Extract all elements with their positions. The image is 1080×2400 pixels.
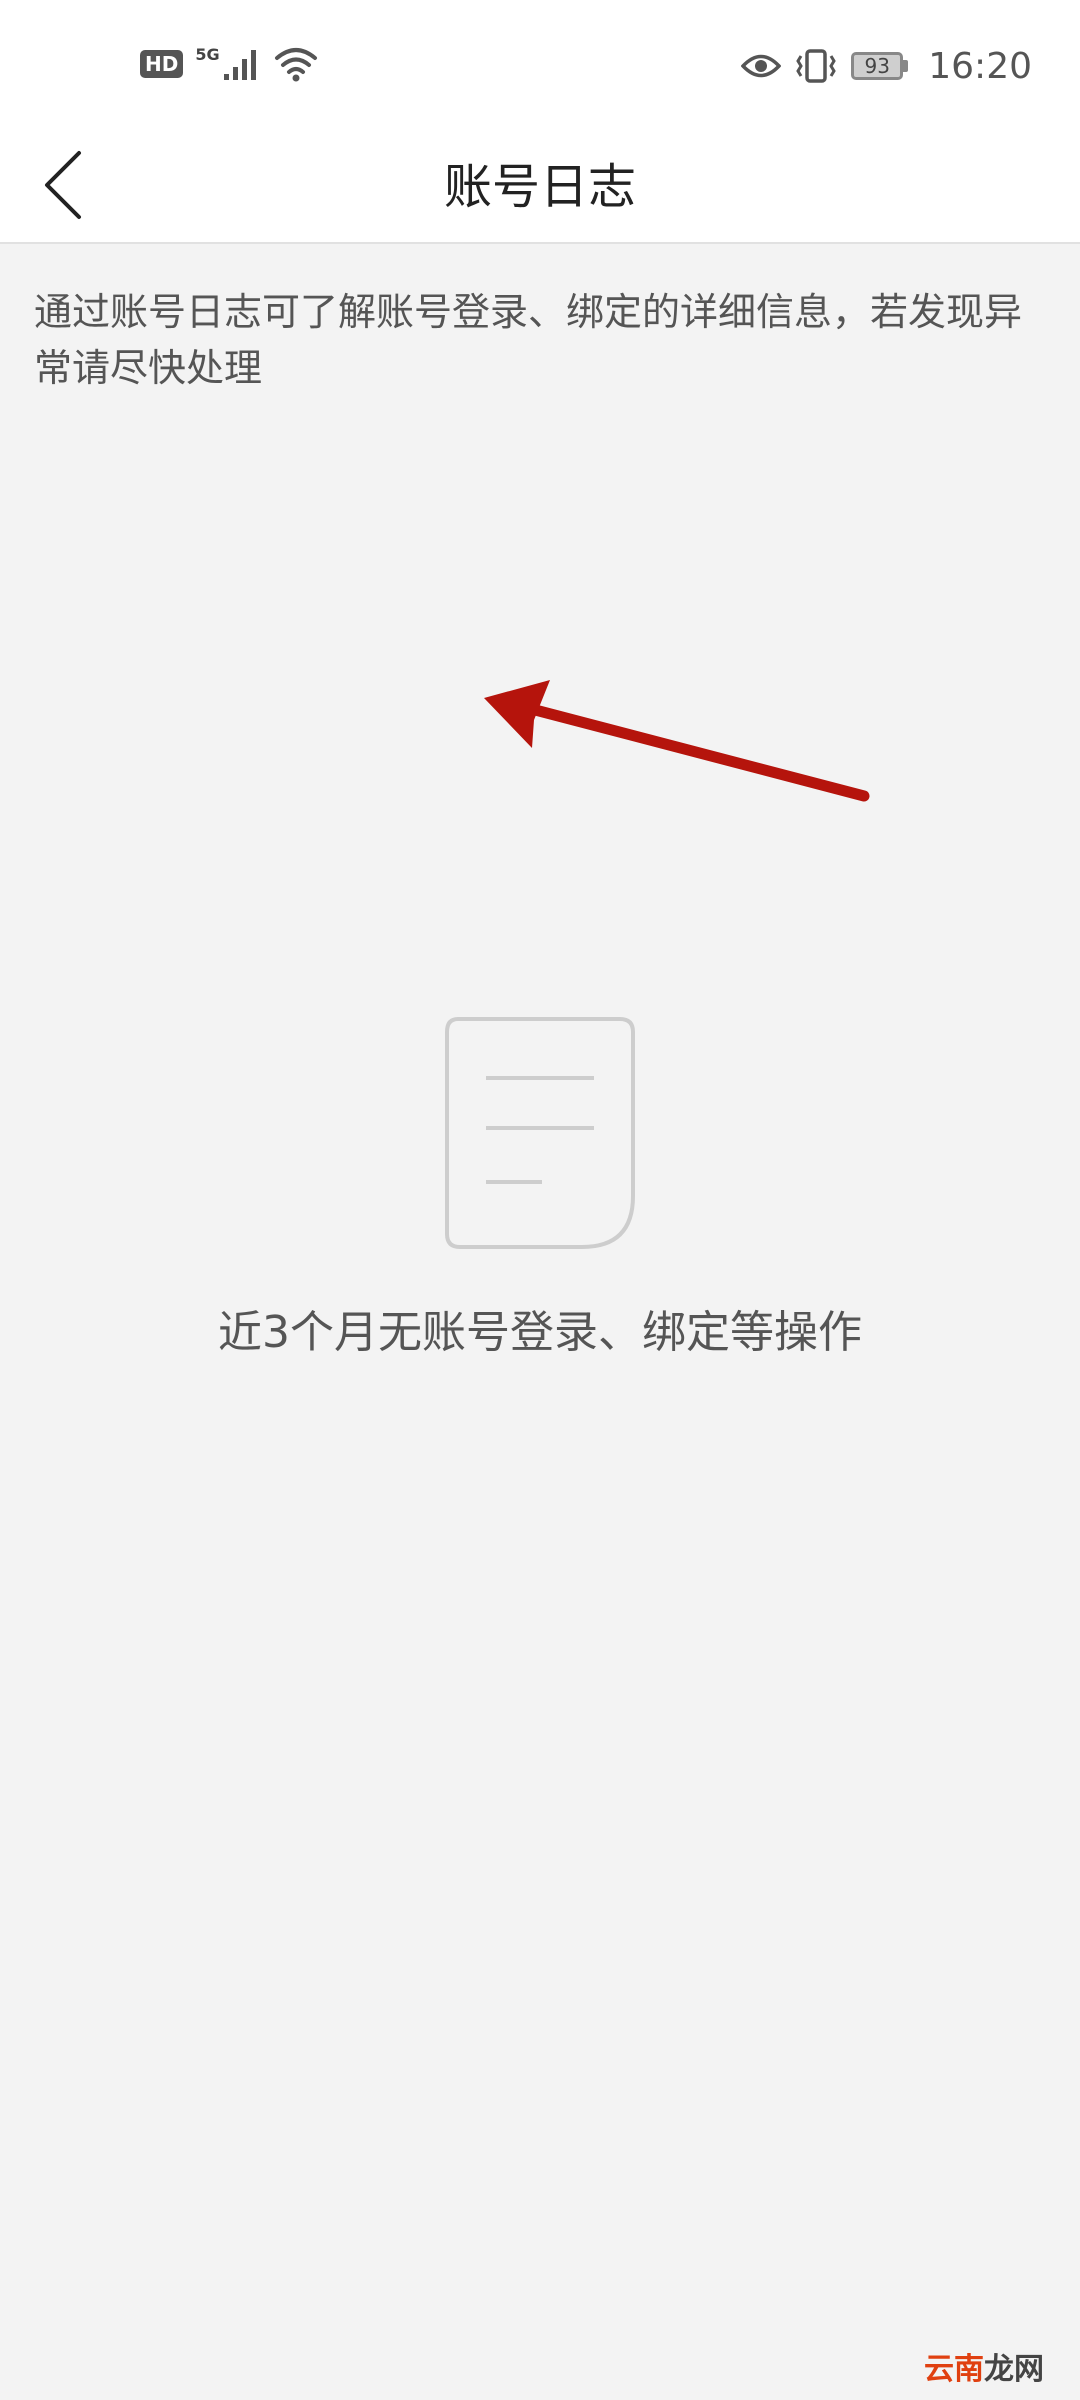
wifi-icon xyxy=(274,48,317,82)
status-right-group: 93 16:20 xyxy=(741,42,1032,90)
document-icon xyxy=(445,1017,635,1249)
watermark-part-1: 云南 xyxy=(924,2352,984,2387)
network-type-label: 5G xyxy=(195,44,220,64)
title-bar: 账号日志 xyxy=(0,130,1080,244)
account-log-description: 通过账号日志可了解账号登录、绑定的详细信息，若发现异常请尽快处理 xyxy=(34,290,1023,390)
page-title: 账号日志 xyxy=(443,159,636,215)
battery-cap xyxy=(903,60,909,72)
status-left-group: HD 5G xyxy=(140,40,318,88)
watermark-logo: 云南龙网 xyxy=(924,2344,1044,2388)
hd-icon: HD xyxy=(140,50,184,78)
eye-icon xyxy=(741,54,782,78)
back-button[interactable] xyxy=(18,138,108,232)
chevron-left-icon xyxy=(45,151,81,219)
status-bar: HD 5G 93 16:20 xyxy=(0,0,1080,130)
watermark-part-2: 龙网 xyxy=(984,2352,1044,2387)
battery-level: 93 xyxy=(851,52,904,80)
signal-icon xyxy=(223,50,256,80)
vibrate-icon xyxy=(796,49,836,83)
empty-state-message: 近3个月无账号登录、绑定等操作 xyxy=(218,1307,862,1358)
status-time: 16:20 xyxy=(928,45,1032,87)
battery-icon: 93 xyxy=(851,52,909,80)
